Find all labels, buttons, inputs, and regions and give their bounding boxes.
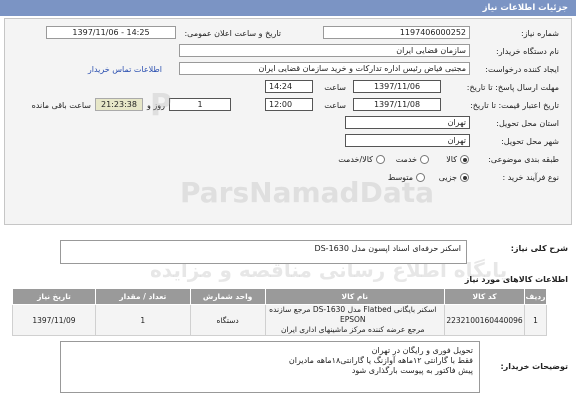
category-option-service: خدمت	[395, 155, 417, 164]
table-header-row: ردیف کد کالا نام کالا واحد شمارش تعداد /…	[12, 288, 547, 305]
days-label: روز و	[147, 101, 165, 110]
cell-date: 1397/11/09	[12, 304, 96, 336]
buyer-label: نام دستگاه خریدار:	[496, 47, 559, 56]
process-option-medium: متوسط	[387, 173, 413, 182]
description-field: اسکنر حرفه‌ای اسناد اپسون مدل DS-1630	[60, 240, 467, 264]
notes-line-2: فقط با گارانتی ۱۲ماهه آوازنگ یا گارانتی۱…	[288, 356, 473, 365]
city-label: شهر محل تحویل:	[501, 137, 559, 146]
category-radio-goods-service[interactable]	[376, 155, 385, 164]
requester-field: مجتبی فیاض رئیس اداره تدارکات و خرید ساز…	[179, 62, 470, 75]
notes-field: تحویل فوری و رایگان در تهران فقط با گارا…	[60, 341, 480, 393]
announce-label: تاریخ و ساعت اعلان عمومی:	[184, 29, 281, 38]
validity-date-field: 1397/11/08	[353, 98, 441, 111]
cell-name: اسکنر بایگانی Flatbed مدل DS-1630 مرجع س…	[264, 304, 446, 336]
cell-qty: 1	[94, 304, 191, 336]
validity-label: تاریخ اعتبار قیمت: تا تاریخ:	[470, 101, 559, 110]
category-option-goods: کالا	[446, 155, 457, 164]
col-name: نام کالا	[264, 288, 446, 305]
details-panel: شماره نیاز: 1197406000252 تاریخ و ساعت ا…	[4, 18, 572, 225]
deadline-time-field: 14:24	[265, 80, 313, 93]
notes-label: توضیحات خریدار:	[500, 362, 568, 371]
notes-line-3: پیش فاکتور به پیوست بارگذاری شود	[351, 366, 473, 375]
buyer-contact-link[interactable]: اطلاعات تماس خریدار	[88, 65, 162, 74]
goods-table: ردیف کد کالا نام کالا واحد شمارش تعداد /…	[12, 288, 547, 336]
category-label: طبقه بندی موضوعی:	[488, 155, 559, 164]
deadline-date-field: 1397/11/06	[353, 80, 441, 93]
requester-label: ایجاد کننده درخواست:	[485, 65, 559, 74]
table-row[interactable]: 1 2232100160440096 اسکنر بایگانی Flatbed…	[12, 304, 547, 336]
process-option-minor: جزیی	[438, 173, 457, 182]
city-field: تهران	[345, 134, 470, 147]
cell-unit: دستگاه	[189, 304, 266, 336]
col-code: کد کالا	[444, 288, 526, 305]
announce-field: 1397/11/06 - 14:25	[46, 26, 176, 39]
deadline-label: مهلت ارسال پاسخ: تا تاریخ:	[466, 83, 559, 92]
remaining-days-field: 1	[169, 98, 231, 111]
notes-line-1: تحویل فوری و رایگان در تهران	[371, 346, 473, 355]
col-row: ردیف	[524, 288, 547, 305]
goods-section-title: اطلاعات کالاهای مورد نیاز	[464, 275, 568, 284]
remaining-label: ساعت باقی مانده	[31, 101, 91, 110]
cell-name-line2: مرجع عرضه کننده مرکز ماشینهای اداری ایرا…	[281, 325, 425, 334]
cell-name-line1: اسکنر بایگانی Flatbed مدل DS-1630 مرجع س…	[269, 305, 437, 324]
col-qty: تعداد / مقدار	[94, 288, 191, 305]
process-label: نوع فرآیند خرید :	[502, 173, 559, 182]
buyer-field: سازمان قضایی ایران	[179, 44, 470, 57]
remaining-time-field: 21:23:38	[95, 98, 143, 111]
province-field: تهران	[345, 116, 470, 129]
cell-code: 2232100160440096	[444, 304, 526, 336]
process-radio-medium[interactable]	[416, 173, 425, 182]
deadline-time-label: ساعت	[324, 83, 346, 92]
category-radio-service[interactable]	[420, 155, 429, 164]
cell-row: 1	[524, 304, 547, 336]
page-title: جزئیات اطلاعات نیاز	[0, 0, 576, 16]
col-date: تاریخ نیاز	[12, 288, 96, 305]
validity-time-field: 12:00	[265, 98, 313, 111]
need-number-field: 1197406000252	[323, 26, 470, 39]
validity-time-label: ساعت	[324, 101, 346, 110]
category-radio-goods[interactable]	[460, 155, 469, 164]
process-radio-minor[interactable]	[460, 173, 469, 182]
category-option-goods-service: کالا/خدمت	[338, 155, 373, 164]
description-label: شرح کلی نیاز:	[510, 244, 568, 253]
province-label: استان محل تحویل:	[496, 119, 559, 128]
need-number-label: شماره نیاز:	[521, 29, 559, 38]
col-unit: واحد شمارش	[189, 288, 266, 305]
